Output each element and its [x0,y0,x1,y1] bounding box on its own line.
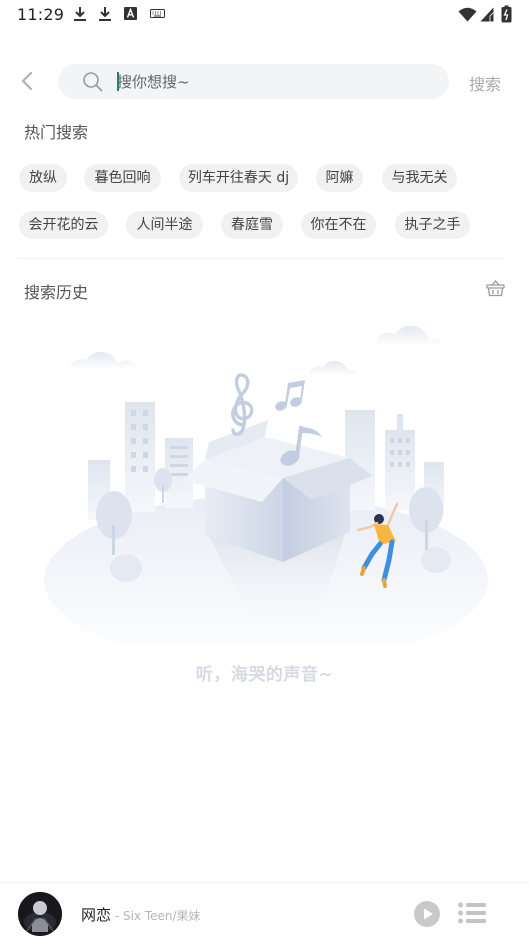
hot-tag[interactable]: 列车开往春天 dj [179,164,298,192]
hot-search-title: 热门搜索 [24,123,89,142]
search-input[interactable] [116,64,416,99]
wifi-icon [458,7,477,22]
hot-tag[interactable]: 你在不在 [301,211,376,239]
status-bar: 11:29 [0,0,529,30]
status-time: 11:29 [17,5,65,24]
album-cover[interactable] [18,892,62,936]
hot-tag[interactable]: 会开花的云 [19,211,108,239]
back-button[interactable] [14,68,40,94]
section-divider [18,258,504,259]
text-cursor [117,72,119,91]
battery-icon [501,5,512,23]
hot-tag[interactable]: 阿嫲 [316,164,363,192]
download-icon [99,7,111,21]
font-app-icon [124,7,137,20]
search-icon [83,72,103,92]
search-history-title: 搜索历史 [24,283,89,302]
keyboard-icon [150,9,165,18]
play-icon[interactable] [414,901,440,927]
hot-tag[interactable]: 放纵 [19,164,67,192]
hot-tag[interactable]: 执子之手 [395,211,470,239]
hot-tag[interactable]: 暮色回响 [84,164,161,192]
empty-history-message: 听，海哭的声音~ [195,665,334,685]
now-playing: 网恋 - Six Teen/果妹 [81,904,201,925]
empty-history-illustration [44,325,488,650]
download-icon [74,7,86,21]
hot-tag[interactable]: 人间半途 [126,211,203,239]
playlist-icon[interactable] [458,902,486,924]
song-title: 网恋 [81,906,112,924]
search-button[interactable]: 搜索 [469,71,501,95]
trash-basket-icon[interactable] [486,280,505,297]
mini-player[interactable]: 网恋 - Six Teen/果妹 [0,882,529,942]
signal-icon [480,7,494,22]
album-art [18,892,62,936]
search-box[interactable] [58,64,449,99]
hot-tag[interactable]: 与我无关 [382,164,457,192]
hot-tag[interactable]: 春庭雪 [221,211,283,239]
song-artist: - Six Teen/果妹 [111,909,201,923]
